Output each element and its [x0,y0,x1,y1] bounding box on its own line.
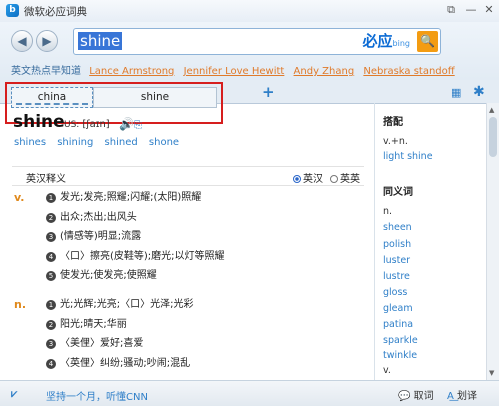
search-header: ◀ ▶ shine 必应bing 🔍 英文热点早知道 Lance Armstro… [0,22,499,80]
hot-topic-link[interactable]: Lance Armstrong [89,66,174,77]
section-header: 英汉释义 英汉 英英 [12,166,364,186]
speech-bubble-icon: 💬 [398,391,411,402]
radio-label: 英汉 [303,174,323,185]
definition-item: 3 (情感等)明显;流露 [46,227,225,247]
pronunciation: US: [ʃaɪn] [64,119,110,130]
definition-list: 1 发光;发亮;照耀;闪耀;(太阳)照耀 2 出众;杰出;出风头 3 (情感等)明显;… [46,188,225,286]
definition-item: 4 〈英俚〉纠纷;骚动;吵闹;混乱 [46,354,193,374]
pos-noun: n. [14,298,27,311]
title-bar: b 微软必应词典 ⧉ — ✕ [0,0,499,23]
forward-arrow-icon: ▶ [42,34,52,48]
window-title: 微软必应词典 [24,6,87,18]
promo-link[interactable]: 坚持一个月，听懂CNN [46,388,148,403]
panel-divider [374,103,375,380]
definition-list: 1 光;光辉;光亮;〈口〉光泽;光彩 2 阳光;晴天;华丽 3 〈美俚〉爱好;喜爱 4… [46,295,193,373]
synonym-pos: v. [383,365,391,376]
status-bar: ⩗ 坚持一个月，听懂CNN 💬 取词 A͟ 划译 [0,380,499,406]
settings-icon[interactable]: ✱ [473,84,485,100]
collocation-link[interactable]: light shine [383,151,433,162]
forward-button[interactable]: ▶ [36,30,58,52]
hot-topics-label: 英文热点早知道 [11,66,81,77]
headword: shine [13,112,65,132]
minimize-button[interactable]: — [464,3,478,17]
add-tab-icon[interactable]: + [262,83,275,101]
bing-logo-icon: ⩗ [11,387,18,400]
definition-item: 2 出众;杰出;出风头 [46,208,225,228]
close-button[interactable]: ✕ [482,3,496,17]
synonym-link[interactable]: lustre [383,271,410,282]
radio-en-en[interactable]: 英英 [330,170,360,185]
ipa: [ʃaɪn] [82,119,110,130]
synonym-title: 同义词 [383,187,413,198]
synonym-pos: n. [383,206,393,217]
definition-item: 3 〈美俚〉爱好;喜爱 [46,334,193,354]
synonym-link[interactable]: twinkle [383,350,417,361]
side-panel: 搭配 v.+n. light shine 同义词 n. sheen polish… [383,103,483,380]
synonym-link[interactable]: luster [383,255,410,266]
pron-label: US: [64,120,80,130]
scroll-down-icon[interactable]: ▼ [489,369,494,377]
brand-en: bing [392,39,410,48]
definition-item: 1 发光;发亮;照耀;闪耀;(太阳)照耀 [46,188,225,208]
bing-logo: 必应bing [363,32,410,53]
collocation-type: v.+n. [383,136,408,147]
search-query[interactable]: shine [78,32,123,50]
synonym-link[interactable]: polish [383,239,411,250]
word-form-link[interactable]: shining [57,137,93,148]
translate-selection-toggle[interactable]: A͟ 划译 [447,387,477,402]
definition-panel: shine US: [ʃaɪn] 🔊⎘ shines shining shined… [0,103,374,380]
tab-label: china [37,91,67,103]
search-button[interactable]: 🔍 [417,31,438,52]
hot-topic-link[interactable]: Jennifer Love Hewitt [184,66,285,77]
scroll-up-icon[interactable]: ▲ [489,106,494,114]
back-arrow-icon: ◀ [17,34,27,48]
radio-dot [330,175,338,183]
wordbook-icon[interactable]: ▦ [451,86,463,99]
vertical-scrollbar[interactable]: ▲ ▼ [486,103,499,380]
synonym-link[interactable]: sheen [383,222,412,233]
search-icon: 🔍 [420,34,435,48]
hot-topics: 英文热点早知道 Lance Armstrong Jennifer Love He… [11,62,461,77]
definition-item: 5 使发光;使发亮;使照耀 [46,266,225,286]
radio-en-cn[interactable]: 英汉 [293,170,323,185]
radio-label: 英英 [340,174,360,185]
section-title: 英汉释义 [26,174,66,185]
text-cursor-icon: A͟ [447,391,454,402]
pos-verb: v. [14,191,25,204]
hot-topic-link[interactable]: Nebraska standoff [363,66,454,77]
radio-dot-selected [293,175,301,183]
definition-item: 2 阳光;晴天;华丽 [46,315,193,335]
search-input[interactable]: shine 必应bing 🔍 [73,28,441,55]
word-form-link[interactable]: shone [149,137,179,148]
word-form-link[interactable]: shines [14,137,46,148]
definition-item: 4 〈口〉擦亮(皮鞋等);磨光;以灯等照耀 [46,247,225,267]
speaker-icon[interactable]: 🔊⎘ [119,117,142,131]
tab-label: shine [140,91,170,103]
pick-word-toggle[interactable]: 💬 取词 [398,387,434,402]
word-forms: shines shining shined shone [14,137,187,148]
synonym-link[interactable]: patina [383,319,413,330]
synonym-link[interactable]: sparkle [383,335,418,346]
word-form-link[interactable]: shined [105,137,138,148]
synonym-link[interactable]: gloss [383,287,407,298]
hot-topic-link[interactable]: Andy Zhang [294,66,355,77]
collocation-title: 搭配 [383,117,403,128]
brand-cn: 必应 [362,32,393,50]
restore-button[interactable]: ⧉ [444,3,458,17]
synonym-link[interactable]: gleam [383,303,413,314]
definition-item: 1 光;光辉;光亮;〈口〉光泽;光彩 [46,295,193,315]
back-button[interactable]: ◀ [11,30,33,52]
app-icon: b [6,4,19,17]
scroll-thumb[interactable] [489,117,497,157]
